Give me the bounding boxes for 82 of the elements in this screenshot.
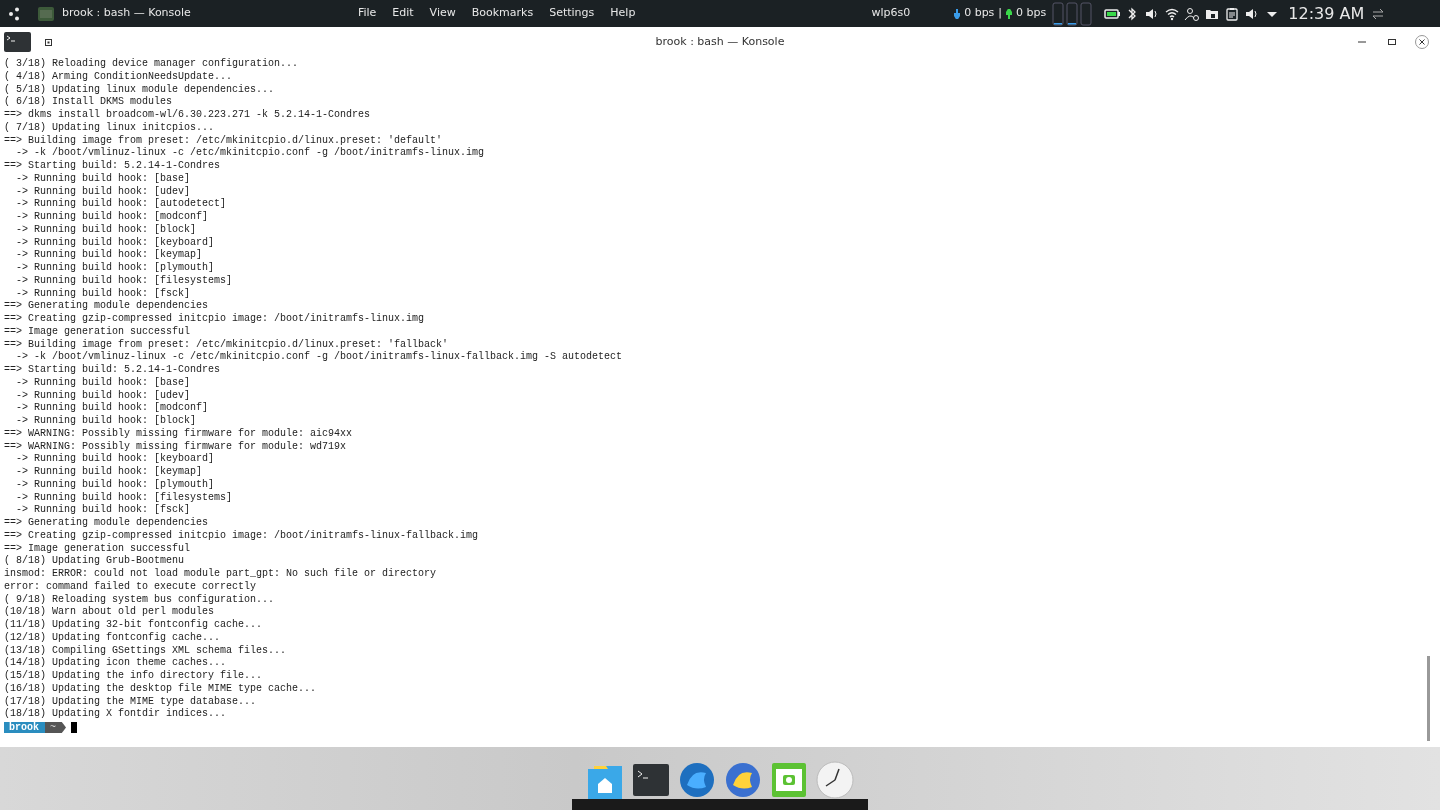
upload-arrow-icon [1006, 8, 1013, 19]
text-cursor [71, 721, 78, 733]
terminal-line: -> Running build hook: [fsck] [15, 287, 191, 299]
terminal-line: (15/18) Updating the info directory file... [4, 670, 263, 681]
terminal-line: (14/18) Updating icon theme caches... [4, 657, 227, 669]
pin-icon[interactable] [45, 38, 52, 46]
terminal-line: ==> Image generation successful [4, 542, 191, 554]
terminal-line: ==> Starting build: 5.2.14-1-Condres [4, 364, 221, 375]
terminal-line: ==> Generating module dependencies [4, 300, 209, 312]
terminal-line: ==> Starting build: 5.2.14-1-Condres [4, 160, 221, 171]
terminal-line: (13/18) Compiling GSettings XML schema files... [4, 644, 287, 656]
terminal-line: -> Running build hook: [autodetect] [15, 198, 227, 210]
swirl-app-icon[interactable] [724, 761, 762, 799]
terminal-line: ==> Image generation successful [4, 325, 191, 337]
terminal-line: -> Running build hook: [keymap] [15, 466, 203, 477]
terminal-line: -> Running build hook: [base] [15, 376, 191, 388]
terminal-line: -> Running build hook: [filesystems] [15, 491, 233, 503]
terminal-line: -> Running build hook: [block] [15, 223, 197, 235]
terminal-line: ==> Building image from preset: /etc/mkinitcpio.d/linux.preset: 'fallback' [4, 338, 449, 350]
terminal-line: ==> Creating gzip-compressed initcpio image: /boot/initramfs-linux-fallback.img [4, 529, 479, 541]
terminal-line: -> Running build hook: [base] [15, 172, 191, 184]
terminal-line: (18/18) Updating X fontdir indices... [4, 708, 227, 720]
scrollbar[interactable] [1427, 656, 1430, 741]
terminal-line: (12/18) Updating fontconfig cache... [4, 631, 221, 643]
prompt-directory: ~ [45, 721, 67, 733]
menu-item[interactable]: Bookmarks [463, 4, 542, 23]
menu-item[interactable]: Edit [384, 4, 422, 23]
window-title: brook : bash — Konsole [62, 5, 191, 22]
terminal-line: insmod: ERROR: could not load module part_gpt: No such file or directory [4, 568, 437, 579]
terminal-line: -> Running build hook: [keyboard] [15, 236, 215, 248]
menu-item[interactable]: File [349, 4, 385, 23]
terminal-line: -> Running build hook: [keyboard] [15, 453, 215, 465]
terminal-line: (10/18) Warn about old perl modules [4, 606, 215, 618]
terminal-line: ==> WARNING: Possibly missing firmware for module: wd719x [4, 440, 347, 452]
terminal-line: -> -k /boot/vmlinuz-linux -c /etc/mkinitcpio.conf -g /boot/initramfs-linux-fallback.img -S autodetect [15, 351, 623, 363]
terminal-line: (11/18) Updating 32-bit fontconfig cache... [4, 619, 263, 630]
terminal-line: ( 6/18) Install DKMS modules [4, 96, 173, 108]
terminal-line: ( 4/18) Arming ConditionNeedsUpdate... [4, 70, 233, 82]
terminal-line: -> Running build hook: [plymouth] [15, 478, 215, 490]
terminal-line: -> Running build hook: [filesystems] [15, 274, 233, 286]
swirl-app-icon[interactable] [678, 761, 716, 799]
terminal-line: -> Running build hook: [udev] [15, 389, 191, 401]
separator: | [998, 5, 1003, 22]
clipboard-icon[interactable] [1224, 5, 1241, 22]
user-icon[interactable] [1184, 5, 1201, 22]
terminal-line: -> Running build hook: [udev] [15, 185, 191, 197]
window-title: brook : bash — Konsole [655, 33, 785, 50]
terminal-line: -> Running build hook: [plymouth] [15, 262, 215, 273]
network-interface: wlp6s0 [871, 5, 911, 22]
download-rate: 0 bps [964, 5, 995, 22]
terminal-line: -> Running build hook: [modconf] [15, 211, 209, 222]
menu-item[interactable]: Help [602, 4, 644, 23]
terminal-line: -> Running build hook: [keymap] [15, 249, 203, 261]
terminal-line: (17/18) Updating the MIME type database... [4, 695, 257, 707]
arrows-icon[interactable] [1372, 7, 1385, 20]
clock[interactable]: 12:39 AM [1288, 1, 1365, 26]
prompt-user: brook [4, 721, 45, 733]
maximize-icon[interactable] [1387, 37, 1397, 47]
terminal-line: -> Running build hook: [modconf] [15, 402, 209, 414]
download-arrow-icon [954, 8, 961, 19]
terminal-line: -> -k /boot/vmlinuz-linux -c /etc/mkinitcpio.conf -g /boot/initramfs-linux.img [15, 147, 485, 159]
system-monitor-drawing [1052, 1, 1095, 26]
menu-item[interactable]: Settings [541, 4, 603, 23]
terminal-line: -> Running build hook: [fsck] [15, 504, 191, 516]
terminal-line: ( 3/18) Reloading device manager configuration... [4, 58, 299, 69]
terminal-line: (16/18) Updating the desktop file MIME type cache... [4, 682, 317, 694]
launcher-icon[interactable] [8, 6, 22, 21]
terminal-line: -> Running build hook: [block] [15, 415, 197, 426]
terminal-line: ==> Creating gzip-compressed initcpio image: /boot/initramfs-linux.img [4, 313, 425, 324]
terminal-line: ( 8/18) Updating Grub-Bootmenu [4, 555, 185, 567]
menu-item[interactable]: View [421, 4, 464, 23]
terminal-line: ==> Generating module dependencies [4, 517, 209, 528]
terminal-line: ( 9/18) Reloading system bus configuration... [4, 593, 275, 605]
terminal-line: ==> WARNING: Possibly missing firmware for module: aic94xx [4, 427, 353, 439]
terminal-line: ( 7/18) Updating linux initcpios... [4, 121, 215, 133]
terminal-line: error: command failed to execute correctly [4, 580, 257, 592]
clock-icon[interactable] [816, 761, 854, 799]
terminal-line: ( 5/18) Updating linux module dependencies... [4, 83, 275, 95]
close-icon[interactable] [1415, 35, 1429, 49]
terminal-line: ==> Building image from preset: /etc/mkinitcpio.d/linux.preset: 'default' [4, 134, 443, 146]
terminal-line: ==> dkms install broadcom-wl/6.30.223.271 -k 5.2.14-1-Condres [4, 109, 371, 120]
upload-rate: 0 bps [1016, 5, 1047, 22]
